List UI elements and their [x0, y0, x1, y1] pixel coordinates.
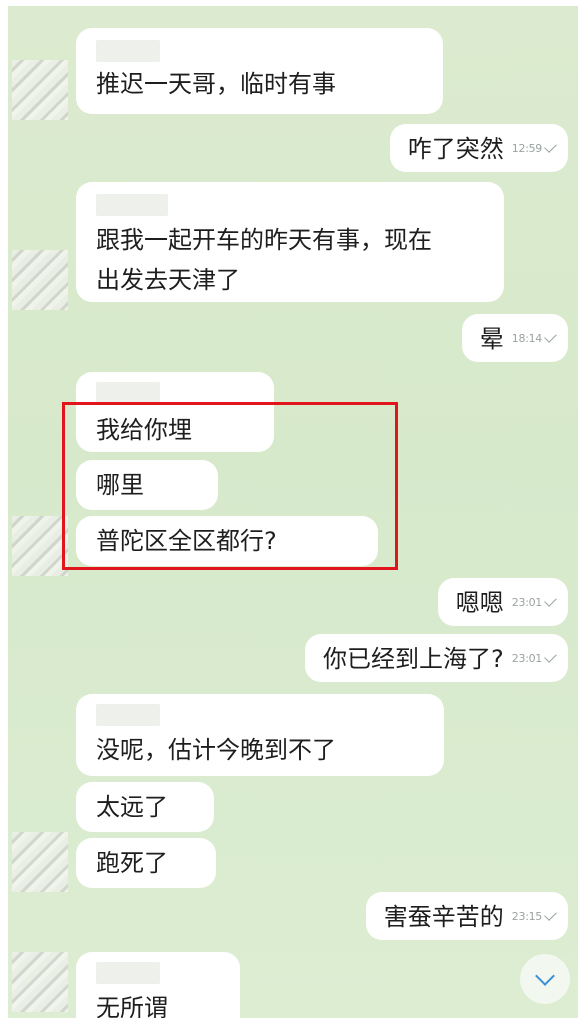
message-text: 没呢，估计今晚到不了 — [96, 736, 336, 764]
message-bubble[interactable]: 推迟一天哥，临时有事 — [76, 28, 443, 114]
message-text: 太远了 — [96, 793, 168, 821]
message-bubble-outgoing[interactable]: 咋了突然 12:59 — [389, 124, 568, 172]
avatar[interactable] — [12, 60, 68, 120]
avatar[interactable] — [12, 832, 68, 892]
check-icon — [544, 650, 557, 663]
sender-name-redacted — [96, 382, 160, 404]
message-text: 无所谓 — [96, 994, 168, 1018]
sender-name-redacted — [96, 40, 160, 62]
message-text-line-2: 出发去天津了 — [96, 266, 240, 294]
message-time: 18:14 — [512, 321, 557, 357]
message-text: 晕 — [479, 325, 504, 353]
message-bubble-outgoing[interactable]: 嗯嗯 23:01 — [437, 578, 568, 626]
message-bubble[interactable]: 太远了 — [76, 782, 214, 832]
message-bubble-outgoing[interactable]: 晕 18:14 — [461, 314, 568, 362]
message-bubble[interactable]: 没呢，估计今晚到不了 — [76, 694, 444, 776]
message-text: 推迟一天哥，临时有事 — [96, 70, 336, 98]
message-time: 23:01 — [512, 641, 557, 677]
message-time: 12:59 — [512, 131, 557, 167]
message-time: 23:15 — [512, 899, 557, 935]
message-bubble[interactable]: 跑死了 — [76, 838, 216, 888]
message-text-line-1: 跟我一起开车的昨天有事，现在 — [96, 226, 432, 254]
sender-name-redacted — [96, 704, 160, 726]
scroll-to-bottom-button[interactable] — [520, 954, 570, 1004]
message-bubble[interactable]: 跟我一起开车的昨天有事，现在 出发去天津了 — [76, 182, 504, 302]
message-bubble-outgoing[interactable]: 害蚕辛苦的 23:15 — [365, 892, 568, 940]
message-text: 你已经到上海了? — [323, 645, 504, 673]
avatar[interactable] — [12, 952, 68, 1012]
check-icon — [544, 594, 557, 607]
message-bubble[interactable]: 无所谓 — [76, 952, 240, 1018]
message-text: 嗯嗯 — [455, 589, 504, 617]
message-text: 害蚕辛苦的 — [383, 903, 504, 931]
message-text: 咋了突然 — [407, 135, 504, 163]
check-icon — [544, 140, 557, 153]
avatar[interactable] — [12, 516, 68, 576]
message-text: 跑死了 — [96, 849, 168, 877]
message-time: 23:01 — [512, 585, 557, 621]
check-icon — [544, 908, 557, 921]
highlight-box — [62, 402, 398, 570]
check-icon — [544, 330, 557, 343]
avatar[interactable] — [12, 250, 68, 310]
message-bubble-outgoing[interactable]: 你已经到上海了? 23:01 — [305, 634, 568, 682]
sender-name-redacted — [96, 962, 160, 984]
sender-name-redacted — [96, 194, 168, 216]
chevron-down-icon — [535, 966, 555, 986]
